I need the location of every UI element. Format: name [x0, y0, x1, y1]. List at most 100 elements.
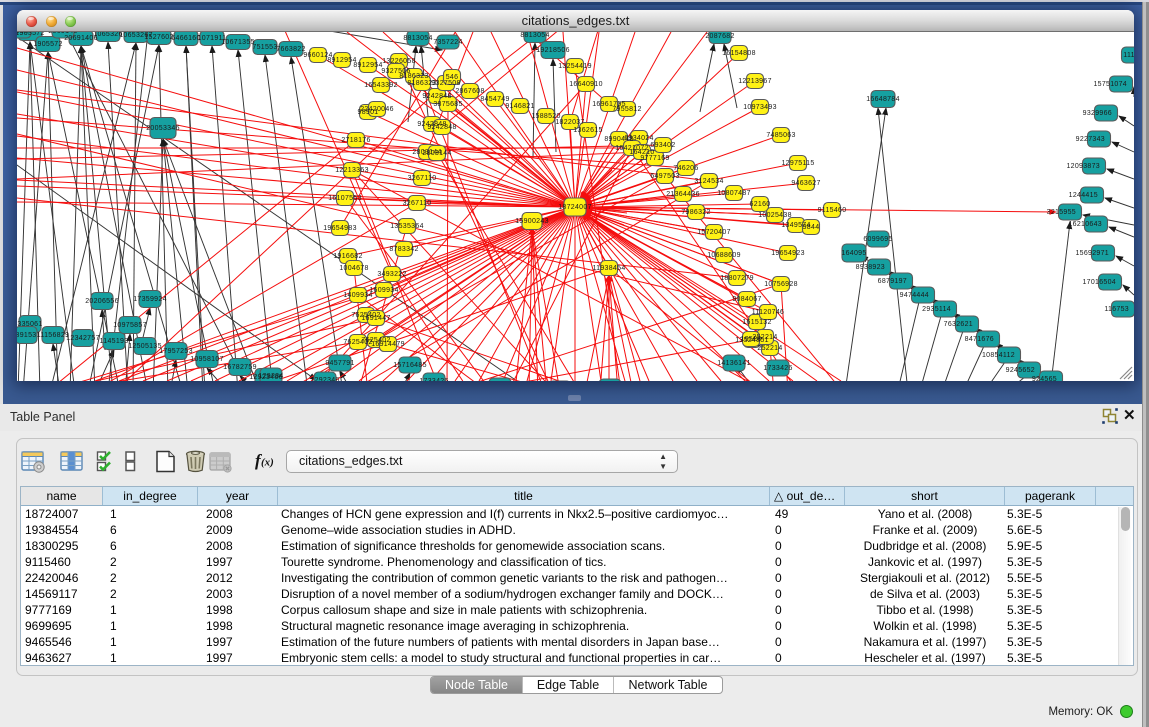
- svg-text:6099695: 6099695: [863, 236, 892, 243]
- svg-text:1905572: 1905572: [33, 41, 62, 48]
- svg-text:3267110: 3267110: [408, 175, 437, 182]
- svg-text:16648784: 16648784: [866, 96, 900, 103]
- svg-text:10854112: 10854112: [982, 352, 1015, 359]
- svg-text:10025438: 10025438: [758, 212, 792, 219]
- svg-text:9457791: 9457791: [325, 360, 354, 367]
- svg-text:18724007: 18724007: [558, 204, 592, 211]
- svg-text:1733426: 1733426: [763, 365, 792, 372]
- svg-text:129234: 129234: [258, 373, 283, 380]
- svg-text:11938454: 11938454: [592, 265, 625, 272]
- svg-text:7663822: 7663822: [276, 46, 305, 53]
- svg-text:6879197: 6879197: [878, 278, 907, 285]
- svg-text:2867608: 2867608: [455, 88, 484, 95]
- svg-text:3124534: 3124534: [694, 178, 723, 185]
- svg-text:16107553: 16107553: [328, 195, 362, 202]
- svg-text:12093873: 12093873: [1066, 163, 1100, 170]
- svg-text:6466160: 6466160: [171, 35, 200, 42]
- svg-text:8912954: 8912954: [327, 57, 356, 64]
- svg-text:3215955: 3215955: [1047, 209, 1076, 216]
- svg-text:8783342: 8783342: [389, 246, 418, 253]
- svg-text:9844: 9844: [803, 224, 820, 231]
- svg-text:1527602: 1527602: [144, 34, 173, 41]
- svg-text:9146821: 9146821: [505, 103, 534, 110]
- svg-text:9463627: 9463627: [791, 180, 820, 187]
- svg-text:1615132: 1615132: [742, 319, 771, 326]
- svg-text:15720407: 15720407: [697, 229, 731, 236]
- svg-text:10975857: 10975857: [113, 322, 147, 329]
- svg-text:3875685: 3875685: [433, 101, 462, 108]
- svg-text:14136141: 14136141: [717, 360, 751, 367]
- svg-text:(x): (x): [261, 457, 274, 469]
- svg-text:12213967: 12213967: [738, 78, 772, 85]
- svg-text:1117: 1117: [1123, 52, 1134, 59]
- svg-text:8912954: 8912954: [353, 62, 382, 69]
- svg-text:13254419: 13254419: [558, 63, 592, 70]
- svg-text:924565: 924565: [1032, 376, 1057, 381]
- svg-text:16154808: 16154808: [722, 50, 756, 57]
- svg-text:160537: 160537: [17, 32, 33, 35]
- svg-text:12505135: 12505135: [128, 343, 162, 350]
- svg-text:19528: 19528: [741, 336, 762, 343]
- svg-text:8813054: 8813054: [403, 35, 432, 42]
- svg-text:17016504: 17016504: [1082, 279, 1116, 286]
- svg-text:10958107: 10958107: [190, 356, 224, 363]
- svg-text:22420046: 22420046: [360, 106, 394, 113]
- svg-text:21364436: 21364436: [666, 191, 700, 198]
- svg-text:9245652: 9245652: [1006, 367, 1035, 374]
- svg-text:7955812: 7955812: [612, 106, 641, 113]
- svg-text:19218506: 19218506: [536, 47, 570, 54]
- svg-text:19654983: 19654983: [323, 225, 357, 232]
- svg-text:15900243: 15900243: [515, 218, 549, 225]
- svg-text:2718176: 2718176: [341, 137, 370, 144]
- svg-text:7357224: 7357224: [433, 39, 462, 46]
- svg-text:7485063: 7485063: [766, 132, 795, 139]
- svg-text:1145193: 1145193: [100, 338, 129, 345]
- svg-text:164095: 164095: [841, 250, 866, 257]
- svg-text:693402: 693402: [650, 142, 675, 149]
- svg-text:3267110: 3267110: [403, 200, 432, 207]
- svg-text:1409934: 1409934: [343, 292, 372, 299]
- svg-text:1004678: 1004678: [339, 265, 368, 272]
- svg-text:11120746: 11120746: [752, 309, 785, 316]
- svg-text:12342757: 12342757: [66, 335, 100, 342]
- svg-text:8471676: 8471676: [965, 336, 994, 343]
- svg-text:16640910: 16640910: [569, 81, 603, 88]
- svg-text:62160: 62160: [750, 201, 771, 208]
- svg-text:746206: 746206: [673, 165, 698, 172]
- svg-text:2935114: 2935114: [922, 306, 951, 313]
- svg-text:16543392: 16543392: [364, 82, 398, 89]
- svg-text:1362615: 1362615: [573, 127, 602, 134]
- svg-text:17359924: 17359924: [133, 296, 167, 303]
- svg-text:12975115: 12975115: [781, 160, 814, 167]
- svg-text:2087682: 2087682: [705, 33, 734, 40]
- svg-text:16914479: 16914479: [371, 341, 405, 348]
- svg-text:1609934: 1609934: [369, 287, 398, 294]
- svg-text:20053346: 20053346: [146, 125, 180, 132]
- svg-text:8813054: 8813054: [520, 32, 549, 39]
- svg-text:12213363: 12213363: [335, 167, 369, 174]
- svg-text:9474444: 9474444: [900, 292, 929, 299]
- svg-text:546: 546: [446, 74, 459, 81]
- svg-text:1822037: 1822037: [555, 119, 584, 126]
- svg-text:9329966: 9329966: [1083, 110, 1112, 117]
- svg-text:13535364: 13535364: [390, 223, 424, 230]
- svg-text:9115460: 9115460: [818, 207, 847, 214]
- svg-text:335061: 335061: [17, 321, 42, 328]
- svg-text:9227343: 9227343: [1076, 136, 1105, 143]
- svg-text:8938923: 8938923: [856, 264, 885, 271]
- svg-text:10688609: 10688609: [707, 252, 741, 259]
- svg-text:15692971: 15692971: [1075, 250, 1109, 257]
- svg-text:10807487: 10807487: [717, 190, 751, 197]
- svg-text:19654923: 19654923: [771, 250, 805, 257]
- svg-text:6497503: 6497503: [650, 173, 679, 180]
- svg-text:1292346: 1292346: [310, 377, 339, 381]
- svg-text:3493222: 3493222: [377, 271, 406, 278]
- svg-text:8186323: 8186323: [399, 73, 428, 80]
- svg-text:39153: 39153: [17, 332, 36, 339]
- svg-text:15716485: 15716485: [393, 362, 427, 369]
- svg-text:10973493: 10973493: [743, 104, 777, 111]
- svg-text:1733426: 1733426: [419, 378, 448, 381]
- svg-text:13226058: 13226058: [382, 58, 416, 65]
- svg-text:9777169: 9777169: [640, 155, 669, 162]
- svg-text:15751074: 15751074: [1093, 81, 1127, 88]
